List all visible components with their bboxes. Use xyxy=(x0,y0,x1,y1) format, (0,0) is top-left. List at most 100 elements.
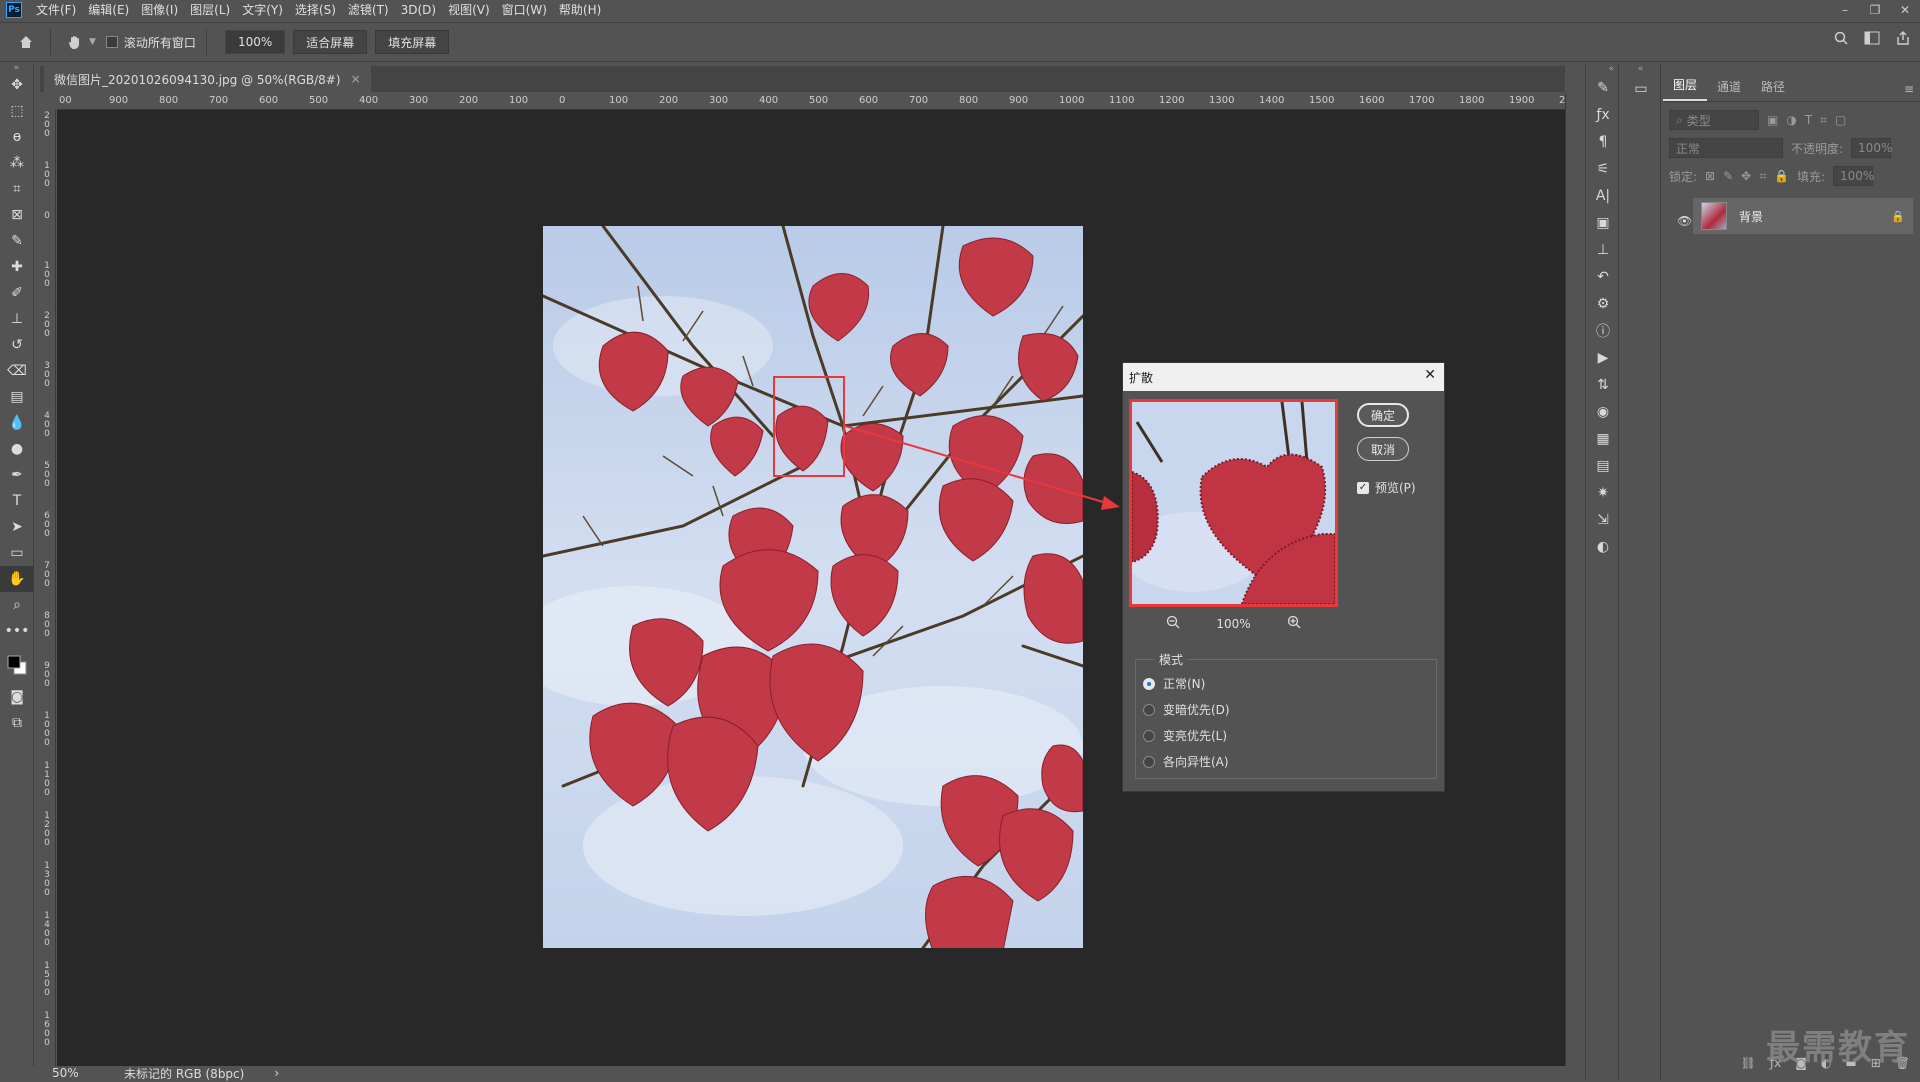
radio-selected-icon[interactable] xyxy=(1143,677,1155,690)
brush-tool-icon[interactable]: ✐ xyxy=(0,280,34,306)
status-zoom[interactable]: 50% xyxy=(52,1066,112,1080)
home-icon[interactable] xyxy=(12,28,40,56)
magic-wand-tool-icon[interactable]: ⁂ xyxy=(0,150,34,176)
scroll-all-windows-checkbox[interactable]: 滚动所有窗口 xyxy=(105,34,196,51)
filter-smart-icon[interactable]: ▢ xyxy=(1835,113,1846,127)
timeline-icon[interactable]: ⇅ xyxy=(1586,371,1620,398)
link-layers-icon[interactable]: ⛓ xyxy=(1741,1056,1756,1076)
hand-tool-icon[interactable]: ✋ xyxy=(0,566,34,592)
panel-menu-icon[interactable]: ≡ xyxy=(1904,82,1914,96)
menu-select[interactable]: 选择(S) xyxy=(289,0,342,20)
more-tools-icon[interactable]: ••• xyxy=(0,618,34,644)
type-tool-icon[interactable]: T xyxy=(0,488,34,514)
move-tool-icon[interactable]: ✥ xyxy=(0,72,34,98)
menu-type[interactable]: 文字(Y) xyxy=(236,0,289,20)
filter-preview[interactable] xyxy=(1129,399,1338,607)
opacity-field[interactable]: 100% xyxy=(1851,138,1892,158)
hand-tool-preset-icon[interactable] xyxy=(61,28,89,56)
menu-file[interactable]: 文件(F) xyxy=(30,0,82,20)
menu-edit[interactable]: 编辑(E) xyxy=(82,0,135,20)
notes-icon[interactable]: ▤ xyxy=(1586,452,1620,479)
mode-normal-radio[interactable]: 正常(N) xyxy=(1143,675,1205,692)
fill-field[interactable]: 100% xyxy=(1833,166,1874,186)
preview-checkbox[interactable]: ✓ 预览(P) xyxy=(1357,479,1416,496)
filter-shape-icon[interactable]: ⌗ xyxy=(1820,113,1827,128)
panel-toggle-icon[interactable]: ▭ xyxy=(1621,74,1661,104)
lock-all-icon[interactable]: 🔒 xyxy=(1774,169,1789,183)
blur-tool-icon[interactable]: 💧 xyxy=(0,410,34,436)
lock-paint-icon[interactable]: ✎ xyxy=(1723,169,1733,183)
mode-lighten-radio[interactable]: 变亮优先(L) xyxy=(1143,727,1227,744)
actions-icon[interactable]: ▶ xyxy=(1586,344,1620,371)
pen-tool-icon[interactable]: ✒ xyxy=(0,462,34,488)
collapse-icon[interactable]: « xyxy=(1621,64,1660,74)
fx-icon[interactable]: ƒx xyxy=(1586,101,1620,128)
ok-button[interactable]: 确定 xyxy=(1357,403,1409,427)
vertical-scrollbar[interactable] xyxy=(1565,94,1581,1066)
paragraph-icon[interactable]: ¶ xyxy=(1586,128,1620,155)
radio-icon[interactable] xyxy=(1143,729,1155,742)
workspace-icon[interactable] xyxy=(1864,31,1880,49)
filter-type-icon[interactable]: T xyxy=(1805,113,1812,127)
clone-source-icon[interactable]: ⊥ xyxy=(1586,236,1620,263)
menu-view[interactable]: 视图(V) xyxy=(442,0,496,20)
zoom-field[interactable]: 100% xyxy=(224,30,286,54)
search-icon[interactable] xyxy=(1834,31,1848,49)
frame-tool-icon[interactable]: ⊠ xyxy=(0,202,34,228)
rectangle-tool-icon[interactable]: ▭ xyxy=(0,540,34,566)
radio-icon[interactable] xyxy=(1143,703,1155,716)
collapse-icon[interactable]: » xyxy=(0,64,33,73)
color-icon[interactable]: ◐ xyxy=(1586,533,1620,560)
menu-help[interactable]: 帮助(H) xyxy=(553,0,607,20)
status-arrow-icon[interactable]: › xyxy=(274,1066,279,1080)
zoom-tool-icon[interactable]: ⌕ xyxy=(0,592,34,618)
filter-pixel-icon[interactable]: ▣ xyxy=(1767,113,1778,127)
document-tab[interactable]: 微信图片_20201026094130.jpg @ 50%(RGB/8#) × xyxy=(44,66,371,92)
3d-icon[interactable]: ◉ xyxy=(1586,398,1620,425)
layer-filter-input[interactable]: ⌕ 类型 xyxy=(1669,110,1759,130)
history-brush-tool-icon[interactable]: ↺ xyxy=(0,332,34,358)
table-icon[interactable]: ▦ xyxy=(1586,425,1620,452)
quick-mask-icon[interactable]: ◙ xyxy=(0,684,34,710)
tab-close-icon[interactable]: × xyxy=(351,72,361,86)
color-swatches-icon[interactable] xyxy=(0,644,34,684)
menu-window[interactable]: 窗口(W) xyxy=(496,0,553,20)
zoom-out-icon[interactable] xyxy=(1166,615,1180,632)
radio-icon[interactable] xyxy=(1143,755,1155,768)
mode-darken-radio[interactable]: 变暗优先(D) xyxy=(1143,701,1230,718)
eyedropper-tool-icon[interactable]: ✎ xyxy=(0,228,34,254)
menu-image[interactable]: 图像(I) xyxy=(135,0,184,20)
visibility-eye-icon[interactable]: 👁 xyxy=(1677,214,1692,228)
info-icon[interactable]: ⓘ xyxy=(1586,317,1620,344)
tab-channels[interactable]: 通道 xyxy=(1707,78,1751,101)
minimize-button[interactable]: – xyxy=(1830,0,1860,20)
adjustments-icon[interactable]: ⚟ xyxy=(1586,155,1620,182)
export-icon[interactable]: ⇲ xyxy=(1586,506,1620,533)
layer-row-background[interactable]: 背景 🔒 xyxy=(1693,198,1913,234)
history-icon[interactable]: ↶ xyxy=(1586,263,1620,290)
brush-settings-icon[interactable]: ✎ xyxy=(1586,74,1620,101)
menu-filter[interactable]: 滤镜(T) xyxy=(342,0,395,20)
lock-position-icon[interactable]: ✥ xyxy=(1741,169,1751,183)
tab-layers[interactable]: 图层 xyxy=(1663,76,1708,101)
healing-tool-icon[interactable]: ✚ xyxy=(0,254,34,280)
blend-mode-select[interactable]: 正常 xyxy=(1669,138,1783,158)
properties-icon[interactable]: ⚙ xyxy=(1586,290,1620,317)
lock-artboard-icon[interactable]: ⌗ xyxy=(1759,169,1766,184)
cancel-button[interactable]: 取消 xyxy=(1357,437,1409,461)
menu-layer[interactable]: 图层(L) xyxy=(184,0,236,20)
fill-screen-button[interactable]: 填充屏幕 xyxy=(375,30,450,54)
filter-adjust-icon[interactable]: ◑ xyxy=(1786,113,1796,127)
mode-anisotropic-radio[interactable]: 各向异性(A) xyxy=(1143,753,1229,770)
path-select-tool-icon[interactable]: ➤ xyxy=(0,514,34,540)
gradient-tool-icon[interactable]: ▤ xyxy=(0,384,34,410)
menu-3d[interactable]: 3D(D) xyxy=(395,0,442,20)
lasso-tool-icon[interactable]: ɵ xyxy=(0,124,34,150)
dialog-close-icon[interactable]: ✕ xyxy=(1424,367,1436,383)
eraser-tool-icon[interactable]: ⌫ xyxy=(0,358,34,384)
screen-mode-icon[interactable]: ⧉ xyxy=(0,710,34,736)
checkbox-checked-icon[interactable]: ✓ xyxy=(1357,481,1369,494)
stamp-tool-icon[interactable]: ⊥ xyxy=(0,306,34,332)
fit-screen-button[interactable]: 适合屏幕 xyxy=(293,30,368,54)
crop-tool-icon[interactable]: ⌗ xyxy=(0,176,34,202)
